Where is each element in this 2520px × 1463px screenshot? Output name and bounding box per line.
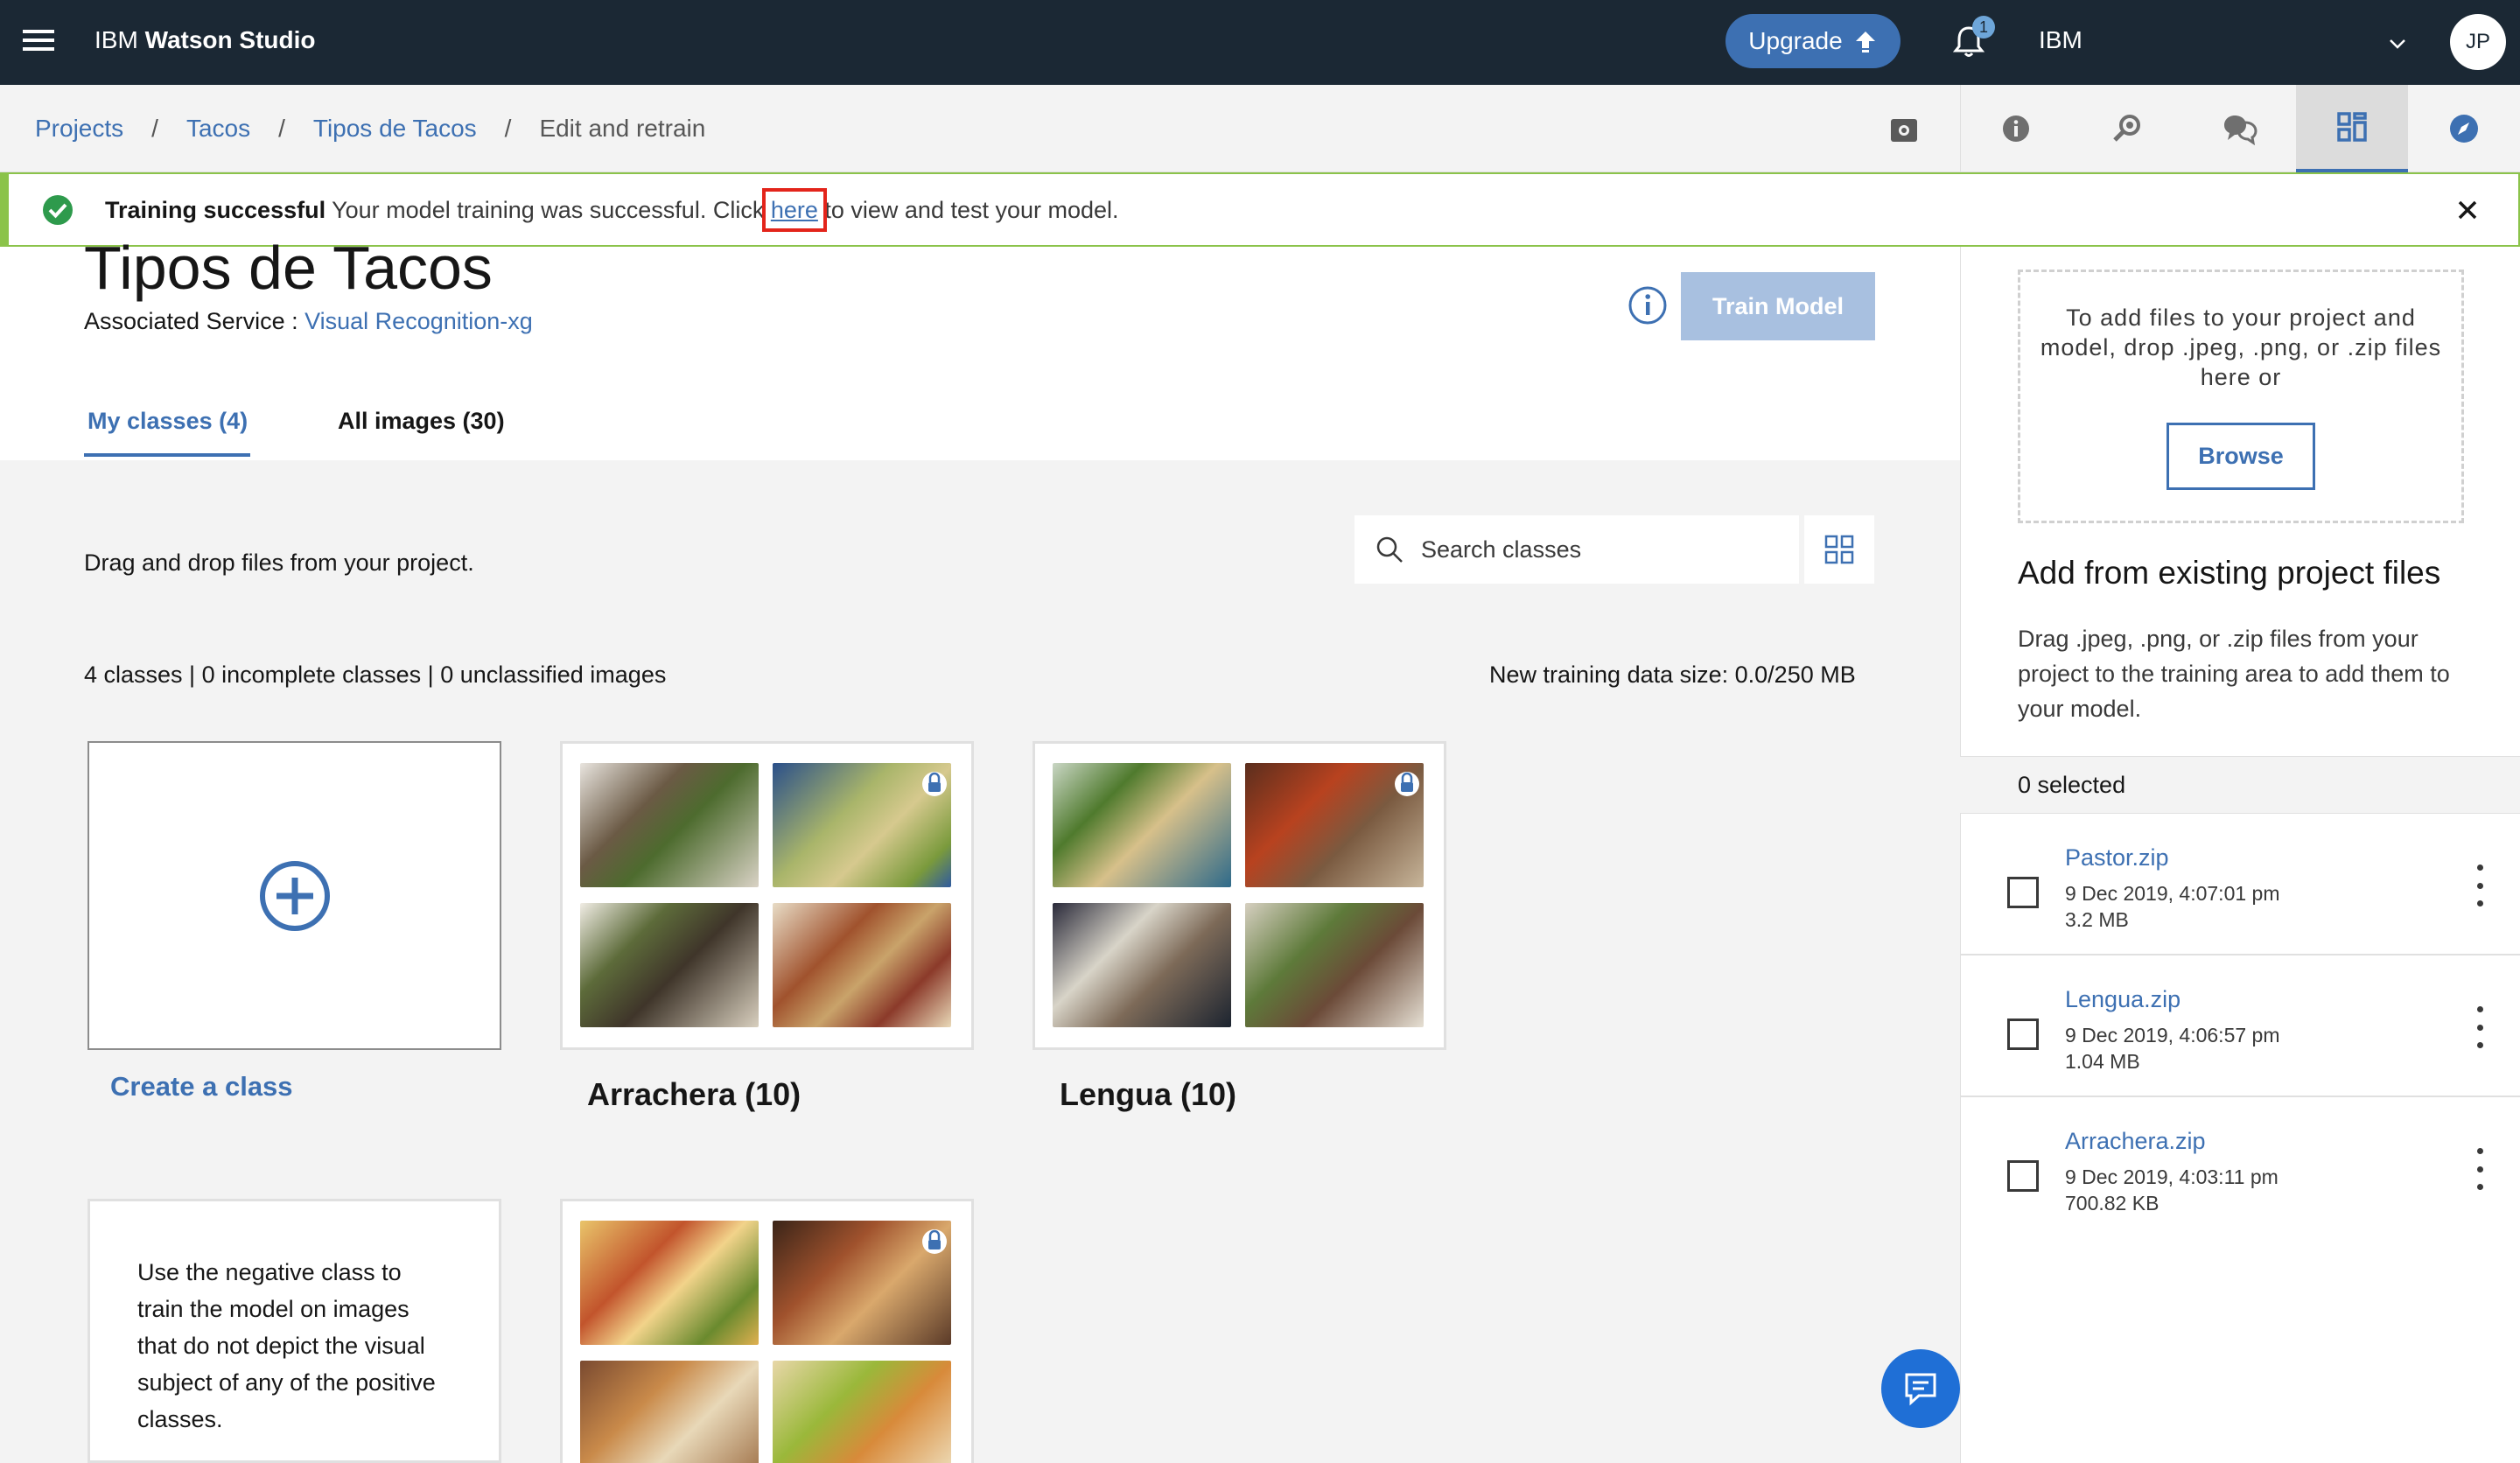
class-image-thumbnail <box>1245 903 1424 1027</box>
train-model-button[interactable]: Train Model <box>1681 272 1875 340</box>
search-icon <box>1376 536 1403 563</box>
breadcrumb-separator: / <box>151 115 158 142</box>
class-image-thumbnail <box>580 1221 759 1345</box>
compass-icon <box>2450 115 2478 143</box>
upgrade-label: Upgrade <box>1748 27 1843 54</box>
nav-search-model-button[interactable] <box>2072 85 2184 172</box>
class-image-thumbnail <box>580 1361 759 1463</box>
grid-view-icon <box>1824 535 1854 564</box>
file-checkbox[interactable] <box>2007 877 2039 908</box>
breadcrumb-separator: / <box>278 115 285 142</box>
class-image-thumbnail <box>773 1361 951 1463</box>
class-stats: 4 classes | 0 incomplete classes | 0 unc… <box>84 662 667 688</box>
notification-text-after: to view and test your model. <box>817 197 1119 223</box>
file-size: 1.04 MB <box>2065 1050 2140 1073</box>
breadcrumb-current: Edit and retrain <box>539 115 706 142</box>
training-data-size: New training data size: 0.0/250 MB <box>1489 662 1856 688</box>
nav-info-button[interactable] <box>1960 85 2072 172</box>
class-card-pastor[interactable] <box>560 1199 974 1463</box>
file-name-link[interactable]: Arrachera.zip <box>2065 1128 2206 1155</box>
product-brand[interactable]: IBM Watson Studio <box>94 26 316 54</box>
add-existing-description: Drag .jpeg, .png, or .zip files from you… <box>2018 626 2450 722</box>
file-size: 700.82 KB <box>2065 1192 2160 1214</box>
class-card-lengua[interactable] <box>1032 741 1446 1050</box>
class-image-thumbnail <box>580 763 759 887</box>
file-date: 9 Dec 2019, 4:03:11 pm <box>2065 1166 2278 1188</box>
drag-instructions: Drag and drop files from your project. <box>84 550 474 576</box>
service-link[interactable]: Visual Recognition-xg <box>304 308 533 334</box>
chat-icon <box>1905 1373 1936 1406</box>
grid-view-button[interactable] <box>1804 515 1874 584</box>
model-title: Tipos de Tacos <box>84 234 493 302</box>
associated-service: Associated Service : Visual Recognition-… <box>84 308 533 335</box>
class-image-thumbnail <box>1245 763 1424 887</box>
nav-dashboard-button[interactable] <box>2296 85 2408 172</box>
file-date: 9 Dec 2019, 4:07:01 pm <box>2065 882 2280 905</box>
upgrade-button[interactable]: Upgrade <box>1726 14 1900 68</box>
selected-count: 0 selected <box>2018 772 2126 798</box>
nav-chat-button[interactable] <box>2184 85 2296 172</box>
breadcrumb: Projects / Tacos / Tipos de Tacos / Edit… <box>35 115 705 143</box>
browse-button[interactable]: Browse <box>2166 423 2315 490</box>
breadcrumb-tacos[interactable]: Tacos <box>186 115 250 143</box>
close-icon[interactable] <box>2452 194 2483 226</box>
lock-icon <box>922 772 947 796</box>
class-image-thumbnail <box>1053 903 1231 1027</box>
lock-icon <box>1395 772 1419 796</box>
file-name-link[interactable]: Lengua.zip <box>2065 986 2180 1013</box>
tab-all-images[interactable]: All images (30) <box>338 408 505 435</box>
class-card-arrachera[interactable] <box>560 741 974 1050</box>
breadcrumb-tipos-de-tacos[interactable]: Tipos de Tacos <box>313 115 477 143</box>
chat-button[interactable] <box>1881 1349 1960 1428</box>
info-icon <box>2003 116 2029 142</box>
file-overflow-menu-icon[interactable] <box>2469 1148 2490 1190</box>
user-avatar[interactable]: JP <box>2450 14 2506 70</box>
class-image-thumbnail <box>773 903 951 1027</box>
info-icon[interactable] <box>1628 285 1668 326</box>
add-existing-title: Add from existing project files <box>2018 555 2441 591</box>
breadcrumb-separator: / <box>504 115 512 142</box>
class-image-thumbnail <box>1053 763 1231 887</box>
chat-bubbles-icon <box>2224 116 2258 145</box>
top-header <box>0 0 2520 85</box>
class-image-thumbnail <box>773 1221 951 1345</box>
active-tab-indicator <box>84 453 250 457</box>
tab-my-classes[interactable]: My classes (4) <box>88 408 248 435</box>
class-label-arrachera[interactable]: Arrachera (10) <box>587 1076 801 1113</box>
file-size: 3.2 MB <box>2065 908 2129 931</box>
add-circle-icon <box>259 860 330 931</box>
class-label-lengua[interactable]: Lengua (10) <box>1060 1076 1236 1113</box>
checkmark-filled-icon <box>43 195 73 225</box>
file-checkbox[interactable] <box>2007 1018 2039 1050</box>
file-name-link[interactable]: Pastor.zip <box>2065 844 2169 872</box>
chevron-down-icon[interactable] <box>2387 33 2408 54</box>
search-model-icon <box>2113 115 2140 142</box>
notification-text-before: Your model training was successful. Clic… <box>332 197 771 223</box>
notification-title: Training successful <box>105 197 326 223</box>
dropzone-instructions: To add files to your project and model, … <box>2040 304 2442 390</box>
notification-message: Training successful Your model training … <box>105 188 1119 232</box>
account-selector[interactable]: IBM <box>2039 26 2082 54</box>
search-input[interactable] <box>1421 536 1771 564</box>
file-overflow-menu-icon[interactable] <box>2469 864 2490 906</box>
class-image-thumbnail <box>773 763 951 887</box>
create-class-link[interactable]: Create a class <box>110 1071 293 1102</box>
camera-icon[interactable] <box>1888 114 1920 145</box>
hamburger-menu-icon[interactable] <box>23 26 54 58</box>
create-class-card[interactable] <box>88 741 501 1050</box>
service-label: Associated Service : <box>84 308 298 334</box>
file-checkbox[interactable] <box>2007 1160 2039 1192</box>
file-overflow-menu-icon[interactable] <box>2469 1006 2490 1048</box>
dashboard-icon <box>2337 112 2367 142</box>
breadcrumb-projects[interactable]: Projects <box>35 115 123 143</box>
class-image-thumbnail <box>580 903 759 1027</box>
view-model-link[interactable]: here <box>761 188 827 232</box>
upload-arrow-icon <box>1855 32 1875 52</box>
search-classes[interactable] <box>1354 515 1799 584</box>
negative-class-card[interactable]: Use the negative class to train the mode… <box>88 1199 501 1463</box>
nav-compass-button[interactable] <box>2408 85 2520 172</box>
lock-icon <box>922 1229 947 1254</box>
file-date: 9 Dec 2019, 4:06:57 pm <box>2065 1024 2280 1046</box>
notification-count-badge: 1 <box>1972 16 1995 38</box>
